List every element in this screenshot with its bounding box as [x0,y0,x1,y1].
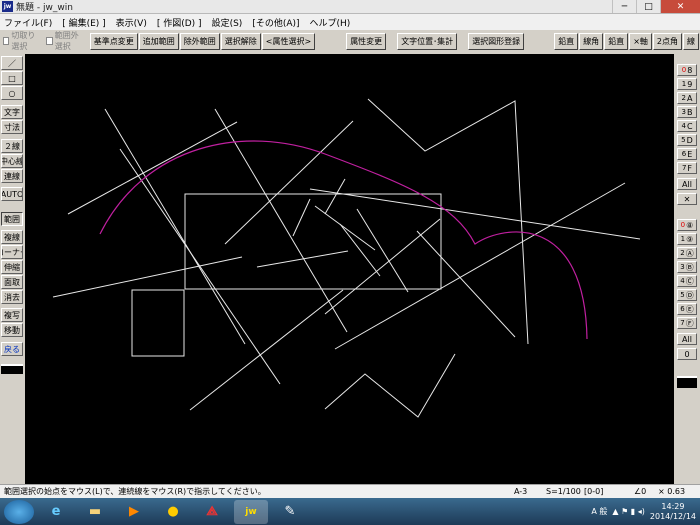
layer-5[interactable]: 5D [677,134,697,146]
clock[interactable]: 14:29 2014/12/14 [650,502,696,522]
maximize-button[interactable]: □ [636,0,660,13]
folder-icon[interactable]: ▬ [78,500,112,524]
attribute-change-button[interactable]: 属性変更 [346,32,387,50]
menu-help[interactable]: ヘルプ(H) [310,16,351,29]
layer-group-4[interactable]: 4 Ⓒ [677,275,697,287]
menu-bar: ファイル(F) [ 編集(E) ] 表示(V) [ 作図(D) ] 設定(S) … [0,14,700,30]
media-player-icon[interactable]: ▶ [117,500,151,524]
menu-file[interactable]: ファイル(F) [4,16,52,29]
layer-0[interactable]: 08 [677,64,697,76]
menu-view[interactable]: 表示(V) [116,16,147,29]
deselect-button[interactable]: 選択解除 [220,32,261,50]
right-layer-palette: 08 19 2A 3B 4C 5D 6E 7F All ✕ 0⑧ 1⑨ 2 Ⓐ 3… [674,54,700,484]
layer-4[interactable]: 4C [677,120,697,132]
tool-offset[interactable]: 複線 [1,230,23,244]
menu-edit[interactable]: [ 編集(E) ] [62,16,105,29]
status-bar: 範囲選択の始点をマウス(L)で、連続線をマウス(R)で指示してください。 A-3… [0,484,700,498]
vertical-button[interactable]: 鉛直 [554,32,579,50]
tool-stretch[interactable]: 伸縮 [1,260,23,274]
system-tray: A 般 ▲ ⚑ ▮ ◂) 14:29 2014/12/14 [591,498,696,525]
tool-undo[interactable]: 戻る [1,342,23,356]
tool-center-line[interactable]: 中心線 [1,154,23,168]
ie-icon[interactable]: e [39,500,73,524]
plumb-button[interactable]: 鉛直 [604,32,629,50]
x-axis-button[interactable]: ×軸 [629,32,652,50]
close-button[interactable]: ✕ [660,0,700,13]
arc-curve [99,140,588,340]
selection-toolbar: 切取り選択 範囲外選択 基準点変更 追加範囲 除外範囲 選択解除 <属性選択> … [0,30,700,52]
windows-taskbar: e ▬ ▶ ● ⟁ jw ✎ A 般 ▲ ⚑ ▮ ◂) 14:29 2014/1… [0,498,700,525]
ime-indicator[interactable]: A 般 [591,506,607,517]
tool-chamfer[interactable]: 面取 [1,275,23,289]
tool-corner[interactable]: コーナー [1,245,23,259]
menu-settings[interactable]: 設定(S) [212,16,243,29]
layer-group-7[interactable]: 7 Ⓕ [677,317,697,329]
minimize-button[interactable]: ─ [612,0,636,13]
tool-continuous-line[interactable]: 連線 [1,169,23,183]
status-message: 範囲選択の始点をマウス(L)で、連続線をマウス(R)で指示してください。 [4,487,266,496]
tool-copy[interactable]: 複写 [1,308,23,322]
paint-icon[interactable]: ✎ [273,500,307,524]
jw-cad-taskbar-icon[interactable]: jw [234,499,268,524]
jw-app-icon: jw [2,1,13,12]
tool-dimension[interactable]: 寸法 [1,120,23,134]
layer-x-button[interactable]: ✕ [677,193,697,205]
outside-select-checkbox[interactable]: 範囲外選択 [46,30,83,52]
tool-line[interactable]: ／ [1,56,23,70]
layer-group-6[interactable]: 6 Ⓔ [677,303,697,315]
layer-1[interactable]: 19 [677,78,697,90]
line-angle-button[interactable]: 線角 [579,32,604,50]
title-bar: jw 無題 - jw_win ─ □ ✕ [0,0,700,14]
left-tool-palette: ／ □ ○ 文字 寸法 ２線 中心線 連線 AUTO 範囲 複線 コーナー 伸縮… [0,54,24,484]
zoom-value[interactable]: × 0.63 [658,487,685,496]
drawing-svg [52,98,641,418]
cut-select-checkbox[interactable]: 切取り選択 [3,30,40,52]
menu-other[interactable]: [その他(A)] [252,16,299,29]
tool-text[interactable]: 文字 [1,105,23,119]
layer-group-3[interactable]: 3 Ⓑ [677,261,697,273]
two-point-angle-button[interactable]: 2点角 [652,32,682,50]
left-line-sample [1,364,23,374]
layer-7[interactable]: 7F [677,162,697,174]
layer-all-button[interactable]: All [677,178,697,190]
drawing-canvas[interactable] [25,54,674,484]
layer-group-0[interactable]: 0⑧ [677,219,697,231]
text-position-button[interactable]: 文字位置･集計 [397,32,458,50]
scale-value[interactable]: S=1/100 [546,487,584,496]
layer-group-all-button[interactable]: All [677,333,697,345]
angle-value[interactable]: ∠0 [634,487,658,496]
exclude-range-button[interactable]: 除外範囲 [179,32,220,50]
window-title: 無題 - jw_win [16,3,73,13]
tool-range[interactable]: 範囲 [1,212,23,226]
layer-2[interactable]: 2A [677,92,697,104]
start-button-icon[interactable] [4,499,34,524]
tool-auto[interactable]: AUTO [1,187,23,201]
change-base-point-button[interactable]: 基準点変更 [89,32,138,50]
layer-6[interactable]: 6E [677,148,697,160]
tool-erase[interactable]: 消去 [1,290,23,304]
add-range-button[interactable]: 追加範囲 [138,32,179,50]
chrome-icon[interactable]: ● [156,500,190,524]
tool-move[interactable]: 移動 [1,323,23,337]
register-figure-button[interactable]: 選択図形登録 [468,32,525,50]
acrobat-icon[interactable]: ⟁ [195,500,229,524]
layer-group-2[interactable]: 2 Ⓐ [677,247,697,259]
tool-circle[interactable]: ○ [1,86,23,100]
layer-indicator[interactable]: [0-0] [584,487,634,496]
tool-double-line[interactable]: ２線 [1,139,23,153]
paper-size[interactable]: A-3 [514,487,546,496]
line-button[interactable]: 線 [682,32,699,50]
layer-group-5[interactable]: 5 Ⓓ [677,289,697,301]
right-line-sample [677,376,697,388]
attribute-select-button[interactable]: <属性選択> [261,32,316,50]
menu-draw[interactable]: [ 作図(D) ] [157,16,202,29]
layer-group-zero-button[interactable]: 0 [677,348,697,360]
layer-group-1[interactable]: 1⑨ [677,233,697,245]
layer-3[interactable]: 3B [677,106,697,118]
tool-rect[interactable]: □ [1,71,23,85]
tray-icons[interactable]: ▲ ⚑ ▮ ◂) [612,507,645,516]
